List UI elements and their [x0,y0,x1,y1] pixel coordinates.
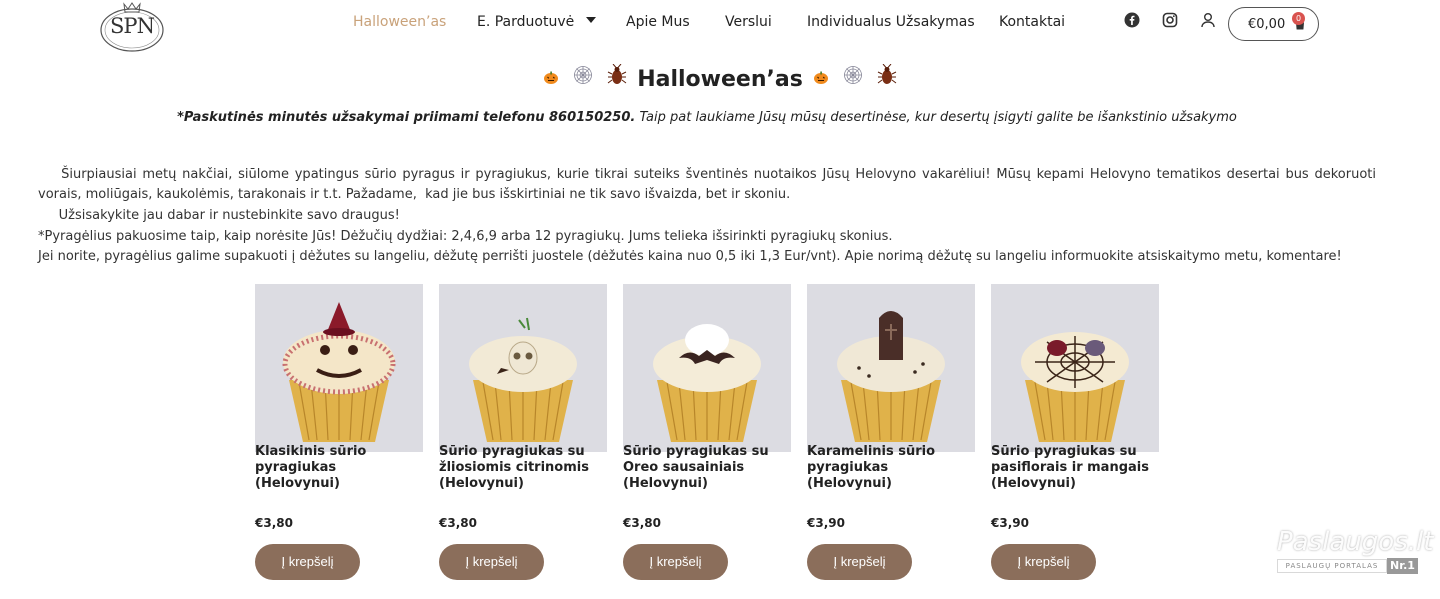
product-image[interactable] [439,284,607,452]
instagram-icon[interactable] [1162,12,1180,30]
chevron-down-icon [586,17,597,23]
product-name[interactable]: Sūrio pyragiukas su žliosiomis citrinomi… [439,444,609,492]
add-to-cart-button[interactable]: Į krepšelį [255,544,360,580]
cart-count-badge: 0 [1292,12,1305,25]
nav-item-contacts[interactable]: Kontaktai [999,14,1065,30]
product-price: €3,80 [623,516,661,530]
cart-button[interactable]: €0,00 0 [1228,7,1319,41]
product-card: Sūrio pyragiukas su žliosiomis citrinomi… [439,284,607,584]
user-icon[interactable] [1200,12,1218,30]
pumpkin-icon [543,66,559,91]
watermark-badge: Nr.1 [1387,558,1418,574]
nav-item-e-shop[interactable]: E. Parduotuvė [477,14,597,30]
product-card: Karamelinis sūrio pyragiukas (Helovynui)… [807,284,975,584]
watermark: Paslaugos.lt PASLAUGŲ PORTALAS Nr.1 [1277,527,1433,577]
add-to-cart-button[interactable]: Į krepšelį [623,544,728,580]
pumpkin-icon [813,66,829,91]
add-to-cart-button[interactable]: Į krepšelį [439,544,544,580]
facebook-icon[interactable] [1124,12,1142,30]
spider-web-icon [573,65,593,91]
product-card: Klasikinis sūrio pyragiukas (Helovynui) … [255,284,423,584]
cart-total: €0,00 [1248,17,1286,32]
product-image[interactable] [807,284,975,452]
site-logo[interactable]: SPN [98,0,166,54]
add-to-cart-button[interactable]: Į krepšelį [991,544,1096,580]
order-notice-rest: Taip pat laukiame Jūsų mūsų desertinėse,… [635,110,1237,125]
nav-item-custom-order[interactable]: Individualus Užsakymas [807,14,975,30]
description-packaging: *Pyragėlius pakuosime taip, kaip norėsit… [38,229,893,244]
product-name[interactable]: Klasikinis sūrio pyragiukas (Helovynui) [255,444,425,492]
cockroach-icon [607,63,627,92]
page-title-text: Halloween’as [637,67,803,92]
site-header: SPN Halloween’as E. Parduotuvė Apie Mus … [0,0,1440,52]
product-card: Sūrio pyragiukas su pasiflorais ir manga… [991,284,1159,584]
page-title: Halloween’as [0,63,1440,94]
product-image[interactable] [255,284,423,452]
order-notice-bold: *Paskutinės minutės užsakymai priimami t… [177,110,636,125]
cockroach-icon [877,63,897,92]
product-price: €3,90 [991,516,1029,530]
nav-item-business[interactable]: Verslui [725,14,772,30]
description-call-to-action: Užsisakykite jau dabar ir nustebinkite s… [38,208,400,223]
nav-item-halloween[interactable]: Halloween’as [353,14,446,30]
order-notice: *Paskutinės minutės užsakymai priimami t… [0,110,1414,125]
watermark-subtitle: PASLAUGŲ PORTALAS [1277,559,1387,573]
description-paragraph: Šiurpiausiai metų nakčiai, siūlome ypati… [38,167,1381,202]
product-price: €3,80 [255,516,293,530]
spider-web-icon [843,65,863,91]
add-to-cart-button[interactable]: Į krepšelį [807,544,912,580]
product-name[interactable]: Karamelinis sūrio pyragiukas (Helovynui) [807,444,977,492]
product-card: Sūrio pyragiukas su Oreo sausainiais (He… [623,284,791,584]
logo-text: SPN [110,14,155,38]
product-image[interactable] [623,284,791,452]
product-name[interactable]: Sūrio pyragiukas su pasiflorais ir manga… [991,444,1161,492]
nav-item-e-shop-label: E. Parduotuvė [477,14,575,30]
watermark-text: Paslaugos.lt [1277,527,1434,557]
product-image[interactable] [991,284,1159,452]
nav-item-about[interactable]: Apie Mus [626,14,690,30]
product-price: €3,80 [439,516,477,530]
product-name[interactable]: Sūrio pyragiukas su Oreo sausainiais (He… [623,444,793,492]
product-price: €3,90 [807,516,845,530]
description-box-info: Jei norite, pyragėlius galime supakuoti … [38,249,1342,264]
